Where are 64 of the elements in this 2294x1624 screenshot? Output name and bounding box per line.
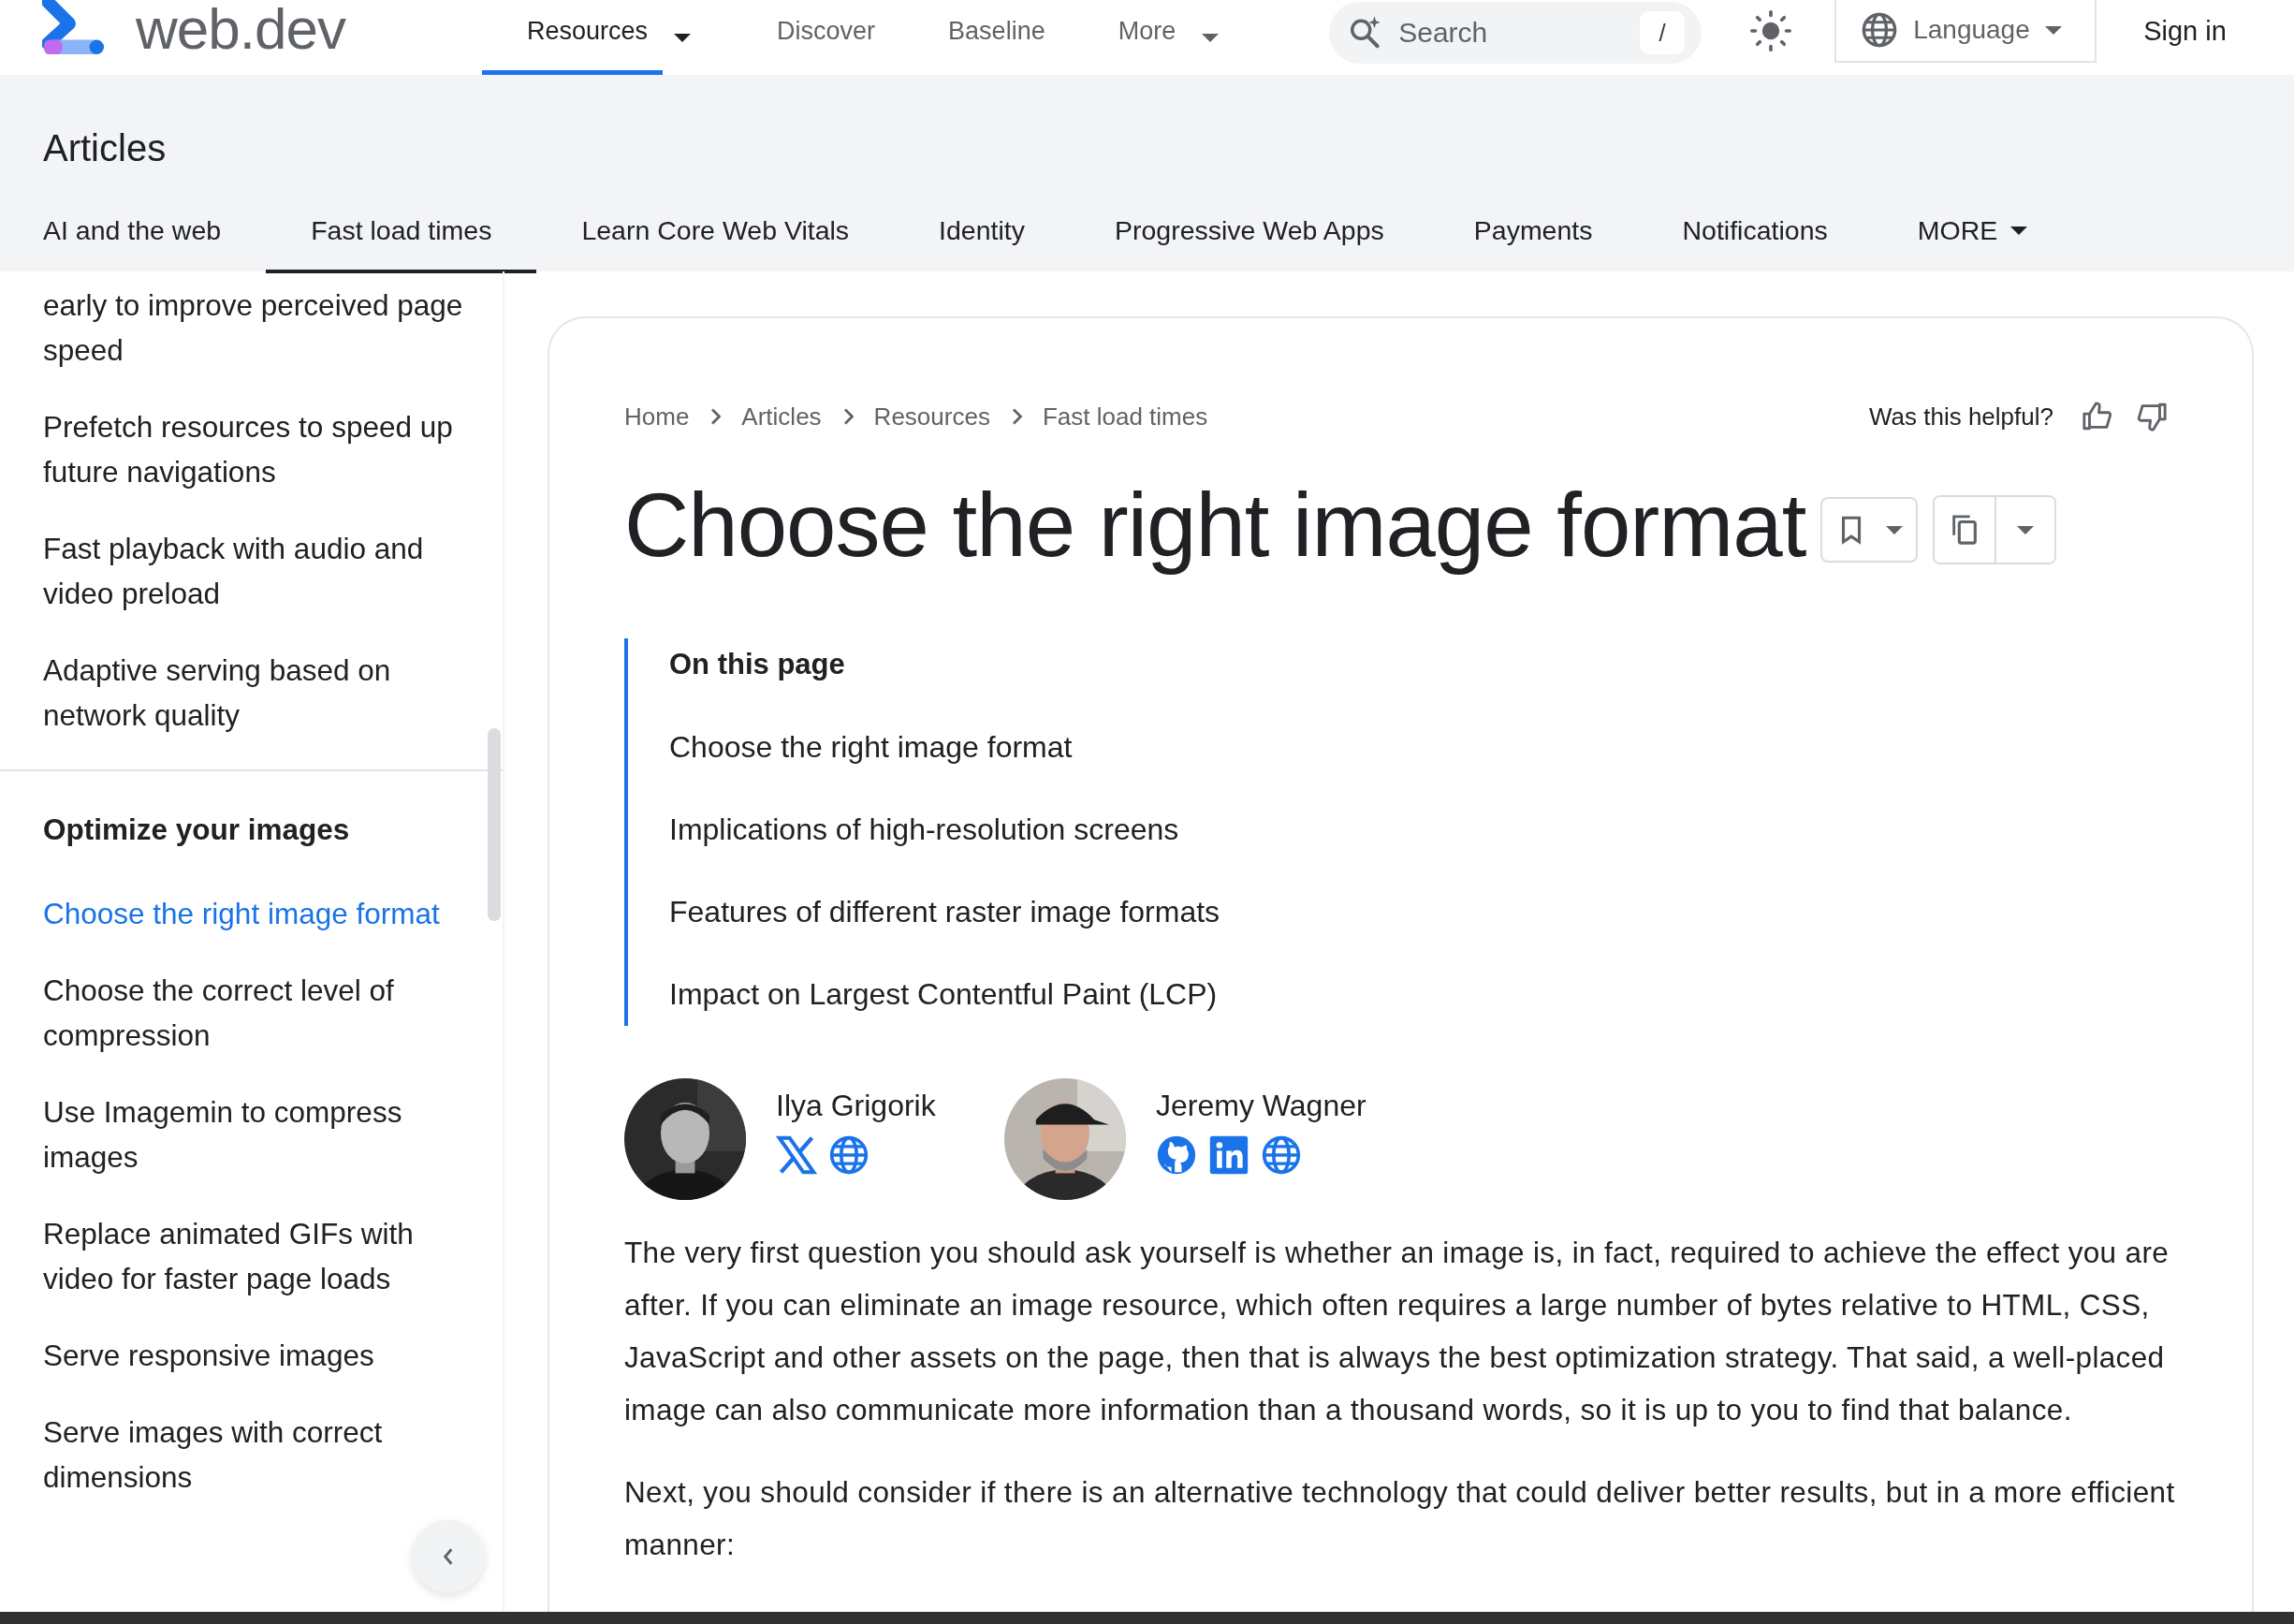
github-icon[interactable] [1156,1134,1197,1176]
breadcrumb-link[interactable]: Home [624,402,690,432]
tab[interactable]: Notifications [1637,193,1873,273]
feedback-prompt: Was this helpful? [1868,402,2053,432]
toc-link[interactable]: Implications of high-resolution screens [669,807,2196,852]
sidebar-heading: Optimize your images [43,812,351,848]
sidebar-item[interactable]: Choose the correct level of compression [43,968,475,1058]
tab[interactable]: AI and the web [0,193,267,273]
sidebar-item[interactable]: Serve images with correct dimensions [43,1410,475,1500]
tab[interactable]: Fast load times [266,193,537,273]
sidebar-item[interactable]: Replace animated GIFs with video for faster page loads [43,1211,475,1301]
thumbs-up-icon[interactable] [2082,401,2113,432]
tab[interactable]: Identity [894,193,1070,273]
body-paragraph: Next, you should consider if there is an alternative technology that could deliver better results, but in a more efficient manner: [624,1474,2176,1563]
toc-link[interactable]: Impact on Largest Contentful Paint (LCP) [669,972,2196,1017]
body-paragraph: The very first question you should ask yourself is whether an image is, in fact, required to achieve the effect you are after. If you can eliminate an image resource, which often requires a large number of bytes relative to HTML, CSS, JavaScript and other assets on the page, then that is always the best optimization strategy. That said, a well-placed image can also communicate more information than a thousand words, so it is up to you to find that balance. [624,1235,2170,1428]
sidebar-item[interactable]: Serve responsive images [43,1333,374,1378]
search-bar[interactable]: Search / [1329,2,1702,64]
caret-icon [1886,525,1904,534]
tab[interactable]: Learn Core Web Vitals [536,193,895,273]
chevron-right-icon [841,408,854,425]
sidebar-item[interactable]: Prefetch resources to speed up future navigations [43,404,475,494]
breadcrumb-link[interactable]: Resources [873,402,990,432]
sidebar-item[interactable]: Use Imagemin to compress images [43,1090,475,1179]
sidebar-item[interactable]: early to improve perceived page speed [43,283,475,373]
chevron-right-icon [709,408,722,425]
scrollbar[interactable] [488,728,501,921]
x-icon[interactable] [776,1134,817,1176]
breadcrumb-link[interactable]: Fast load times [1042,402,1208,432]
tab[interactable]: Payments [1428,193,1638,273]
thumbs-down-icon[interactable] [2136,401,2168,432]
language-button[interactable]: Language [1834,0,2097,63]
chevron-right-icon [1010,408,1022,425]
nav-link[interactable]: Discover [719,0,891,75]
sign-in-link[interactable]: Sign in [2143,15,2227,47]
globe-icon[interactable] [828,1134,869,1176]
caret-icon [2017,525,2035,534]
author-name: Ilya Grigorik [776,1088,936,1124]
chevron-left-icon [442,1546,455,1567]
sidebar-item[interactable]: Adaptive serving based on network quality [43,648,475,738]
sidebar-item[interactable]: Fast playback with audio and video preload [43,526,475,616]
shortcut-key: / [1640,11,1686,54]
site-logo-text[interactable]: web.dev [136,0,345,62]
linkedin-icon[interactable] [1208,1134,1249,1176]
search-field[interactable]: Search [1396,16,1628,50]
article-title: Choose the right image format [624,474,1806,577]
bookmark-button[interactable] [1820,497,1919,563]
tab[interactable]: MORE [1872,193,2073,273]
toc-link[interactable]: Choose the right image format [669,724,2196,769]
tab[interactable]: Progressive Web Apps [1069,193,1429,273]
section-title: Articles [43,126,168,170]
nav-link[interactable]: More [1059,0,1191,75]
caret-icon [2044,25,2062,35]
toc-link[interactable]: Features of different raster image formats [669,889,2196,934]
breadcrumb-link[interactable]: Articles [741,402,822,432]
sidebar-item[interactable]: Choose the right image format [43,891,440,936]
toc-heading: On this page [669,647,846,682]
globe-icon[interactable] [1261,1134,1302,1176]
author-name: Jeremy Wagner [1156,1088,1366,1124]
theme-toggle-icon[interactable] [1750,10,1792,51]
caret-icon[interactable] [1202,33,1220,42]
caret-icon[interactable] [674,33,692,42]
nav-link[interactable]: Baseline [890,0,1060,75]
globe-icon [1861,11,1899,49]
